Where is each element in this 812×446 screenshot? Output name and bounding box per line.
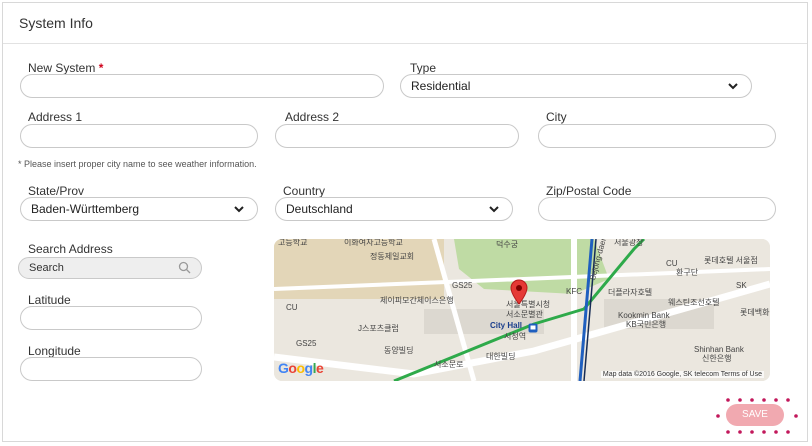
address1-label: Address 1 (28, 110, 83, 124)
country-label: Country (283, 184, 326, 198)
map-label: 덕수궁 (496, 240, 519, 249)
map-label: 롯데호텔 서울점 (704, 256, 758, 265)
map-label: 정동제일교회 (370, 252, 415, 261)
map-label: 서소문로 (434, 360, 464, 369)
map-label: SK (736, 281, 747, 290)
type-label: Type (410, 61, 437, 75)
chevron-down-icon (489, 206, 499, 213)
city-label: City (546, 110, 567, 124)
country-value: Deutschland (286, 202, 353, 216)
state-select[interactable]: Baden-Württemberg (20, 197, 258, 221)
country-select[interactable]: Deutschland (275, 197, 513, 221)
map-label: City Hall (490, 321, 523, 330)
map-label: 이화여자고등학교 (344, 239, 403, 247)
address2-label: Address 2 (285, 110, 340, 124)
map-label: GS25 (452, 281, 473, 290)
map-label: 환구단 (676, 268, 699, 277)
metro-icon (528, 323, 538, 333)
zip-input[interactable] (538, 197, 776, 221)
map-label: 제이피모간체이스은행 (380, 296, 454, 305)
chevron-down-icon (728, 83, 738, 90)
longitude-label: Longitude (28, 344, 81, 358)
type-select[interactable]: Residential (400, 74, 752, 98)
map-label: 대한빌딩 (486, 352, 516, 361)
map-label: 동양빌딩 (384, 346, 414, 355)
city-input[interactable] (538, 124, 776, 148)
state-value: Baden-Württemberg (31, 202, 140, 216)
save-area: SAVE (714, 396, 800, 436)
type-value: Residential (411, 79, 471, 93)
map-label: 시청역 (504, 332, 527, 341)
panel-title: System Info (19, 15, 93, 31)
map-label: 웨스틴조선호텔 (668, 298, 720, 307)
state-label: State/Prov (28, 184, 85, 198)
search-address-label: Search Address (28, 242, 113, 256)
new-system-label: New System * (28, 61, 104, 75)
map-label: 서울광장 (614, 239, 644, 247)
latitude-input[interactable] (20, 306, 202, 330)
search-placeholder: Search (29, 262, 64, 274)
map-pin-icon[interactable] (510, 279, 528, 305)
required-mark: * (98, 61, 104, 75)
panel-header: System Info (3, 3, 807, 44)
save-button[interactable]: SAVE (726, 404, 784, 426)
address2-input[interactable] (275, 124, 519, 148)
latitude-label: Latitude (28, 293, 71, 307)
address1-input[interactable] (20, 124, 258, 148)
map-label: 더플라자호텔 (608, 288, 653, 297)
map-label: 신한은행 (702, 354, 732, 363)
map-label: J스포츠클럽 (358, 324, 399, 333)
google-logo: Google (278, 360, 324, 376)
map-label: GS25 (296, 339, 317, 348)
new-system-input[interactable] (20, 74, 384, 98)
city-note: * Please insert proper city name to see … (18, 159, 257, 169)
search-address-input[interactable]: Search (18, 257, 202, 279)
map-label: KFC (566, 287, 582, 296)
map-attribution[interactable]: Map data ©2016 Google, SK telecom Terms … (600, 371, 764, 378)
map-label: 서소문별관 (506, 310, 543, 319)
zip-label: Zip/Postal Code (546, 184, 632, 198)
map-label: 고등학교 (278, 239, 308, 247)
search-icon (178, 261, 191, 274)
map-label: 롯데백화 (740, 308, 770, 317)
location-map[interactable]: 고등학교 이화여자고등학교 정동제일교회 덕수궁 서울광장 CU 롯데호텔 서울… (274, 239, 770, 381)
longitude-input[interactable] (20, 357, 202, 381)
map-label: KB국민은행 (626, 320, 667, 329)
chevron-down-icon (234, 206, 244, 213)
map-label: CU (286, 303, 298, 312)
